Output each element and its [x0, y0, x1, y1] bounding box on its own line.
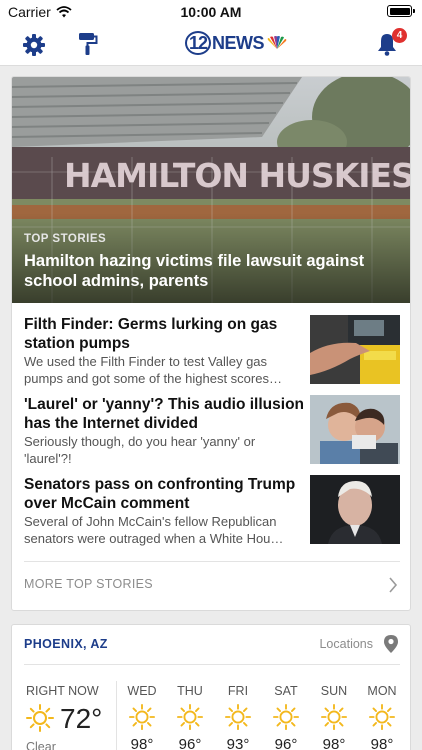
forecast-high: 98° — [370, 736, 394, 750]
nav-bar: 12 NEWS 4 — [0, 24, 422, 66]
weather-card: PHOENIX, AZ Locations RIGHT NOW 72° Clea… — [11, 624, 411, 750]
forecast-day-name: THU — [177, 684, 203, 698]
sun-icon — [26, 704, 54, 732]
story-title[interactable]: Filth Finder: Germs lurking on gas stati… — [24, 315, 304, 353]
forecast-day-name: WED — [127, 684, 157, 698]
logo-number: 12 — [185, 31, 211, 55]
story-summary: Several of John McCain's fellow Republic… — [24, 514, 284, 546]
forecast-day[interactable]: SAT 96° — [264, 684, 308, 750]
map-pin-icon[interactable] — [384, 635, 398, 653]
story-item[interactable]: 'Laurel' or 'yanny'? This audio illusion… — [24, 395, 400, 466]
hero-story[interactable]: HAMILTON HUSKIES TOP STORIES Hamilton ha… — [12, 77, 411, 303]
forecast-day[interactable]: FRI 93° — [216, 684, 260, 750]
current-temperature: 72° — [60, 703, 103, 734]
forecast-day[interactable]: WED 98° — [120, 684, 164, 750]
clock: 10:00 AM — [180, 4, 242, 20]
status-bar: Carrier 10:00 AM — [0, 0, 422, 24]
forecast-day[interactable]: MON 98° — [360, 684, 404, 750]
story-thumbnail[interactable] — [310, 315, 400, 384]
sun-icon — [225, 704, 251, 730]
gear-icon[interactable] — [22, 33, 46, 57]
top-stories-card: HAMILTON HUSKIES TOP STORIES Hamilton ha… — [11, 76, 411, 611]
story-thumbnail[interactable] — [310, 475, 400, 544]
forecast-day-name: SUN — [320, 684, 348, 698]
peacock-icon — [267, 36, 287, 49]
forecast-day-name: SAT — [274, 684, 298, 698]
story-thumbnail[interactable] — [310, 395, 400, 464]
hero-headline[interactable]: Hamilton hazing victims file lawsuit aga… — [24, 251, 394, 291]
hero-banner-text: HAMILTON HUSKIES — [64, 156, 411, 195]
current-weather-label: RIGHT NOW — [26, 684, 99, 698]
chevron-right-icon[interactable] — [388, 577, 398, 593]
story-title[interactable]: 'Laurel' or 'yanny'? This audio illusion… — [24, 395, 304, 433]
logo-word: NEWS — [212, 32, 265, 53]
forecast-day[interactable]: SUN 98° — [312, 684, 356, 750]
story-title[interactable]: Senators pass on confronting Trump over … — [24, 475, 304, 513]
locations-link[interactable]: Locations — [319, 637, 373, 651]
paint-roller-icon[interactable] — [78, 32, 98, 56]
story-summary: We used the Filth Finder to test Valley … — [24, 354, 282, 386]
hero-kicker: TOP STORIES — [24, 233, 107, 245]
forecast-day-name: MON — [367, 684, 397, 698]
sun-icon — [369, 704, 395, 730]
weather-separator — [116, 681, 117, 750]
sun-icon — [273, 704, 299, 730]
forecast-high: 96° — [178, 736, 202, 750]
forecast-high: 93° — [226, 736, 250, 750]
12news-logo[interactable]: 12 NEWS — [185, 30, 288, 56]
notification-badge: 4 — [392, 28, 407, 43]
story-item[interactable]: Filth Finder: Germs lurking on gas stati… — [24, 315, 400, 386]
weather-city[interactable]: PHOENIX, AZ — [24, 637, 108, 651]
forecast-high: 98° — [130, 736, 154, 750]
story-item[interactable]: Senators pass on confronting Trump over … — [24, 475, 400, 546]
more-top-stories-link[interactable]: MORE TOP STORIES — [24, 577, 153, 591]
more-divider — [24, 561, 400, 562]
sun-icon — [129, 704, 155, 730]
weather-divider — [24, 664, 400, 665]
sun-icon — [321, 704, 347, 730]
current-condition: Clear — [26, 740, 56, 750]
forecast-day[interactable]: THU 96° — [168, 684, 212, 750]
forecast-high: 98° — [322, 736, 346, 750]
sun-icon — [177, 704, 203, 730]
forecast-high: 96° — [274, 736, 298, 750]
battery-icon — [387, 5, 415, 17]
story-summary: Seriously though, do you hear 'yanny' or… — [24, 434, 256, 466]
forecast-day-name: FRI — [227, 684, 249, 698]
